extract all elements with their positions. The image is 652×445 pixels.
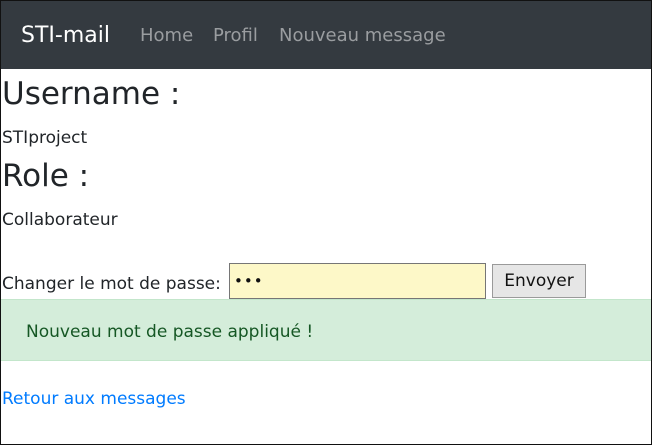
- top-navbar: STI-mail Home Profil Nouveau message: [0, 0, 652, 69]
- username-heading: Username :: [2, 76, 181, 112]
- success-alert: Nouveau mot de passe appliqué !: [0, 299, 652, 361]
- nav-link-nouveau-message[interactable]: Nouveau message: [279, 24, 446, 48]
- username-value: STIproject: [2, 128, 88, 148]
- password-label: Changer le mot de passe:: [2, 274, 221, 294]
- role-value: Collaborateur: [2, 210, 118, 230]
- back-to-messages-link[interactable]: Retour aux messages: [2, 388, 186, 410]
- brand-logo-text[interactable]: STI-mail: [21, 21, 110, 51]
- nav-link-profil[interactable]: Profil: [213, 24, 258, 48]
- send-button[interactable]: Envoyer: [492, 264, 586, 298]
- password-input[interactable]: [229, 263, 486, 299]
- role-heading: Role :: [2, 158, 90, 194]
- nav-link-home[interactable]: Home: [140, 24, 193, 48]
- alert-message: Nouveau mot de passe appliqué !: [26, 322, 314, 342]
